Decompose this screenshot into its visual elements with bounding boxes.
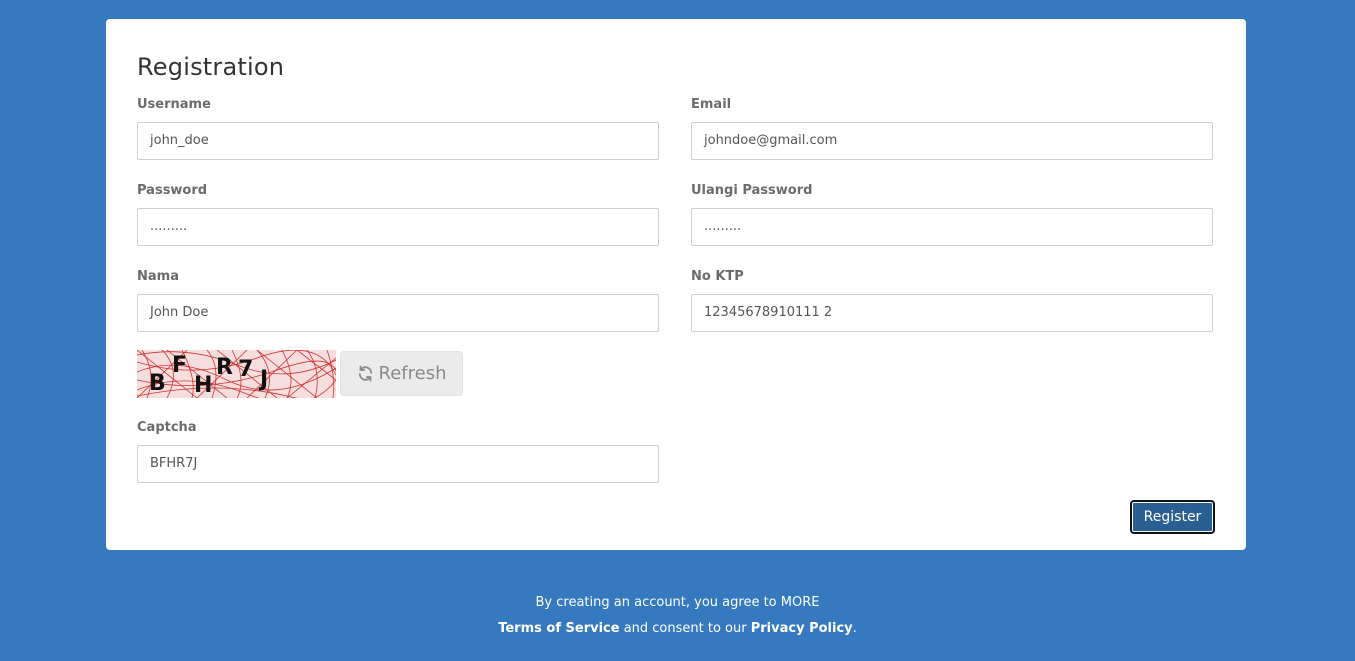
captcha-image: B F H R 7 J [136, 349, 342, 404]
footer-links: Terms of Service and consent to our Priv… [0, 621, 1355, 636]
ktp-label: No KTP [691, 269, 744, 284]
captcha-char-5: 7 [238, 357, 253, 382]
terms-of-service-link[interactable]: Terms of Service [498, 621, 619, 636]
name-label: Nama [137, 269, 179, 284]
refresh-label: Refresh [378, 363, 447, 384]
email-input[interactable]: johndoe@gmail.com [691, 122, 1213, 160]
privacy-policy-link[interactable]: Privacy Policy [751, 621, 853, 636]
footer-middle-text: and consent to our [619, 621, 751, 636]
name-input[interactable]: John Doe [137, 294, 659, 332]
confirm-password-label: Ulangi Password [691, 183, 813, 198]
captcha-char-4: R [216, 355, 233, 380]
page-title: Registration [137, 53, 285, 81]
captcha-char-1: B [149, 371, 166, 396]
captcha-char-3: H [194, 373, 212, 398]
footer-agreement-text: By creating an account, you agree to MOR… [535, 595, 820, 610]
footer-end-text: . [852, 621, 857, 636]
refresh-captcha-button[interactable]: Refresh [340, 351, 463, 396]
register-button[interactable]: Register [1130, 500, 1215, 534]
captcha-char-6: J [258, 367, 268, 392]
ktp-input[interactable]: 12345678910111 2 [691, 294, 1213, 332]
password-label: Password [137, 183, 208, 198]
registration-card: Registration Username john_doe Password … [106, 19, 1246, 550]
password-input[interactable]: ......... [137, 208, 659, 246]
captcha-input[interactable]: BFHR7J [137, 445, 659, 483]
refresh-icon [357, 365, 374, 382]
captcha-label: Captcha [137, 420, 197, 435]
username-input[interactable]: john_doe [137, 122, 659, 160]
email-label: Email [691, 97, 732, 112]
confirm-password-input[interactable]: ......... [691, 208, 1213, 246]
username-label: Username [137, 97, 211, 112]
captcha-char-2: F [172, 353, 187, 378]
